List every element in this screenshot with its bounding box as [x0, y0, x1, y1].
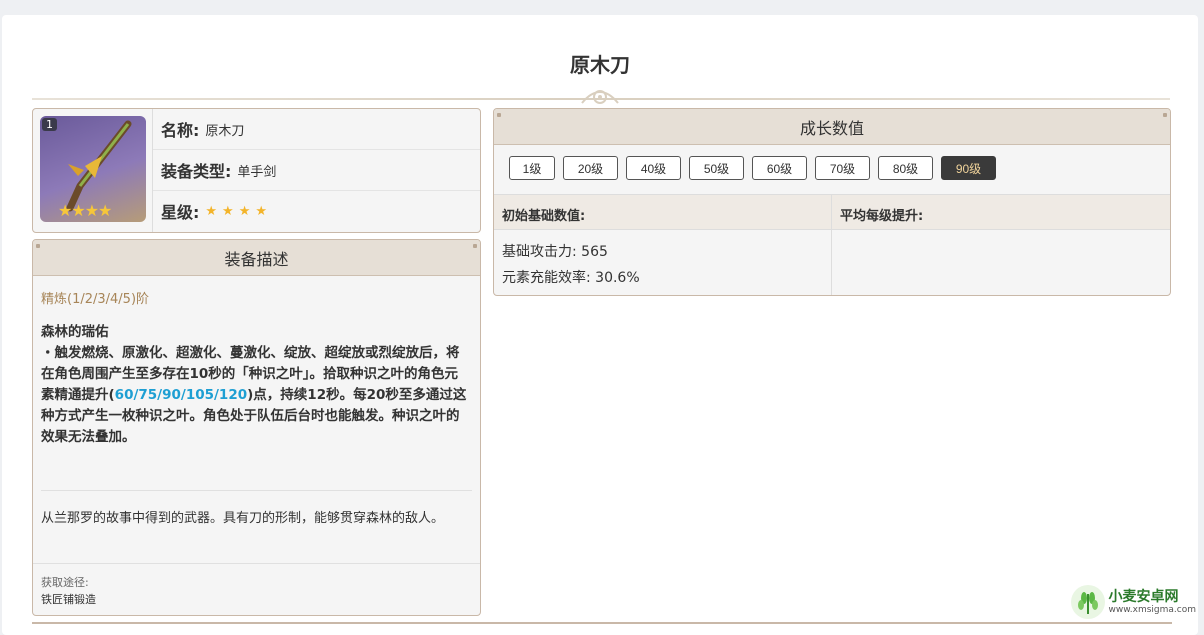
weapon-info-card: 1 ★★★★ 名称: 原木刀 装备类型: 单手剑 星级: ★★★★ [32, 108, 481, 233]
avg-growth-header: 平均每级提升: [840, 209, 924, 224]
stats-header-row: 初始基础数值: 平均每级提升: [494, 194, 1170, 230]
refine-label: 精炼(1/2/3/4/5)阶 [41, 292, 150, 307]
watermark-title: 小麦安卓网 [1108, 588, 1179, 605]
skill-block: 森林的瑞佑 ・触发燃烧、原激化、超激化、蔓激化、绽放、超绽放或烈绽放后，将在角色… [41, 322, 471, 448]
rarity-label: 星级: [161, 203, 200, 222]
source-label: 获取途径: [41, 576, 89, 589]
skill-text: ・触发燃烧、原激化、超激化、蔓激化、绽放、超绽放或烈绽放后，将在角色周围产生至多… [41, 343, 471, 448]
rarity-stars: ★★★★ [205, 203, 273, 219]
base-stats-header: 初始基础数值: [502, 209, 586, 224]
growth-card: 成长数值 1级 20级 40级 50级 60级 70级 80级 90级 初始基础… [493, 108, 1171, 296]
weapon-page: 原木刀 1 ★★★★ 名称: 原木刀 装备类型: 单手剑 星级: ★★★★ 装备… [2, 15, 1198, 635]
source-divider [33, 563, 480, 564]
wheat-logo-icon [1070, 585, 1105, 619]
level-button-50[interactable]: 50级 [689, 156, 744, 180]
ornament-icon [581, 90, 619, 104]
rarity-stars-overlay: ★★★★ [58, 201, 112, 220]
level-button-90[interactable]: 90级 [941, 156, 996, 180]
page-title: 原木刀 [570, 53, 630, 77]
level-button-40[interactable]: 40级 [626, 156, 681, 180]
level-button-1[interactable]: 1级 [509, 156, 555, 180]
watermark-url: www.xmsigma.com [1108, 604, 1196, 615]
description-divider [41, 490, 472, 491]
name-label: 名称: [161, 121, 200, 140]
growth-header: 成长数值 [494, 109, 1170, 145]
description-header: 装备描述 [33, 240, 480, 276]
level-selector: 1级 20级 40级 50级 60级 70级 80级 90级 [509, 156, 1004, 180]
type-row: 装备类型: 单手剑 [153, 150, 480, 191]
weapon-image: 1 ★★★★ [40, 116, 146, 222]
level-button-60[interactable]: 60级 [752, 156, 807, 180]
rarity-row: 星级: ★★★★ [153, 191, 480, 231]
stats-column-divider [831, 194, 832, 295]
level-button-70[interactable]: 70级 [815, 156, 870, 180]
type-label: 装备类型: [161, 162, 232, 181]
level-button-20[interactable]: 20级 [563, 156, 618, 180]
name-value: 原木刀 [205, 123, 245, 139]
type-value: 单手剑 [237, 164, 277, 180]
skill-name: 森林的瑞佑 [41, 324, 109, 340]
source-value: 铁匠铺锻造 [41, 593, 96, 606]
stat-energy-recharge: 元素充能效率: 30.6% [502, 270, 640, 286]
watermark: 小麦安卓网 www.xmsigma.com [1070, 584, 1196, 620]
lore-text: 从兰那罗的故事中得到的武器。具有刀的形制，能够贯穿森林的敌人。 [41, 511, 445, 526]
level-button-80[interactable]: 80级 [878, 156, 933, 180]
name-row: 名称: 原木刀 [153, 109, 480, 150]
description-card: 装备描述 精炼(1/2/3/4/5)阶 森林的瑞佑 ・触发燃烧、原激化、超激化、… [32, 239, 481, 616]
skill-highlight: 60/75/90/105/120 [114, 387, 248, 403]
stat-atk: 基础攻击力: 565 [502, 244, 608, 260]
